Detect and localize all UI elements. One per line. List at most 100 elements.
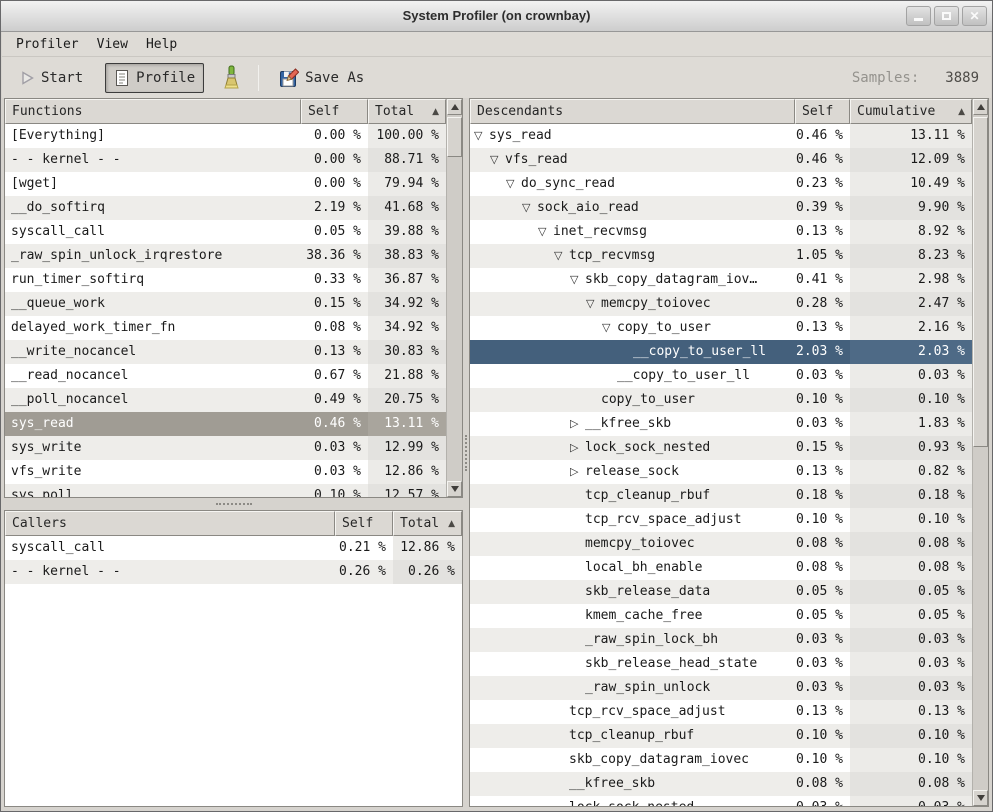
expander-spacer	[570, 532, 585, 556]
tree-row[interactable]: tcp_cleanup_rbuf0.10 %0.10 %	[470, 724, 972, 748]
scrollbar-thumb[interactable]	[447, 117, 462, 157]
table-row[interactable]: sys_poll0.10 %12.57 %	[5, 484, 446, 497]
start-button[interactable]: Start	[12, 65, 91, 91]
table-row[interactable]: __queue_work0.15 %34.92 %	[5, 292, 446, 316]
tree-row[interactable]: ▽copy_to_user0.13 %2.16 %	[470, 316, 972, 340]
save-as-button[interactable]: Save As	[271, 63, 372, 93]
expander-open-icon[interactable]: ▽	[490, 148, 505, 172]
function-name: tcp_rcv_space_adjust	[585, 508, 742, 532]
expander-open-icon[interactable]: ▽	[474, 124, 489, 148]
tree-row[interactable]: tcp_cleanup_rbuf0.18 %0.18 %	[470, 484, 972, 508]
tree-row[interactable]: ▷__kfree_skb0.03 %1.83 %	[470, 412, 972, 436]
tree-row[interactable]: ▷lock_sock_nested0.15 %0.93 %	[470, 436, 972, 460]
tree-row[interactable]: ▽memcpy_toiovec0.28 %2.47 %	[470, 292, 972, 316]
table-row[interactable]: sys_write0.03 %12.99 %	[5, 436, 446, 460]
table-row[interactable]: sys_read0.46 %13.11 %	[5, 412, 446, 436]
expander-spacer	[602, 364, 617, 388]
table-row[interactable]: vfs_write0.03 %12.86 %	[5, 460, 446, 484]
table-row[interactable]: syscall_call0.21 %12.86 %	[5, 536, 462, 560]
expander-open-icon[interactable]: ▽	[506, 172, 521, 196]
expander-open-icon[interactable]: ▽	[554, 244, 569, 268]
self-value: 0.49 %	[301, 388, 368, 412]
profile-button[interactable]: Profile	[105, 63, 204, 93]
tree-row[interactable]: __copy_to_user_ll2.03 %2.03 %	[470, 340, 972, 364]
tree-row[interactable]: skb_copy_datagram_iovec0.10 %0.10 %	[470, 748, 972, 772]
table-row[interactable]: __write_nocancel0.13 %30.83 %	[5, 340, 446, 364]
table-row[interactable]: [wget]0.00 %79.94 %	[5, 172, 446, 196]
scrollbar-thumb[interactable]	[973, 117, 988, 447]
functions-header[interactable]: Functions	[5, 99, 301, 124]
tree-row[interactable]: ▽tcp_recvmsg1.05 %8.23 %	[470, 244, 972, 268]
cumulative-value: 0.08 %	[850, 772, 972, 796]
tree-row[interactable]: tcp_rcv_space_adjust0.10 %0.10 %	[470, 508, 972, 532]
scroll-down-button[interactable]	[973, 790, 988, 806]
scroll-up-button[interactable]	[973, 99, 988, 115]
expander-open-icon[interactable]: ▽	[570, 268, 585, 292]
expander-spacer	[586, 388, 601, 412]
functions-scrollbar[interactable]	[446, 99, 462, 497]
horizontal-splitter[interactable]	[4, 498, 463, 510]
tree-row[interactable]: ▽skb_copy_datagram_iov…0.41 %2.98 %	[470, 268, 972, 292]
tree-row[interactable]: memcpy_toiovec0.08 %0.08 %	[470, 532, 972, 556]
callers-self-header[interactable]: Self	[335, 511, 393, 536]
tree-row[interactable]: copy_to_user0.10 %0.10 %	[470, 388, 972, 412]
expander-open-icon[interactable]: ▽	[538, 220, 553, 244]
menu-help[interactable]: Help	[137, 35, 186, 54]
expander-open-icon[interactable]: ▽	[522, 196, 537, 220]
close-button[interactable]: ✕	[962, 6, 987, 26]
self-value: 0.05 %	[795, 580, 850, 604]
tree-row[interactable]: __kfree_skb0.08 %0.08 %	[470, 772, 972, 796]
tree-row[interactable]: ▽inet_recvmsg0.13 %8.92 %	[470, 220, 972, 244]
minimize-button[interactable]	[906, 6, 931, 26]
callers-header[interactable]: Callers	[5, 511, 335, 536]
descendants-cumulative-header[interactable]: Cumulative▲	[850, 99, 972, 124]
tree-row[interactable]: ▽do_sync_read0.23 %10.49 %	[470, 172, 972, 196]
tree-row[interactable]: _raw_spin_unlock0.03 %0.03 %	[470, 676, 972, 700]
tree-row[interactable]: tcp_rcv_space_adjust0.13 %0.13 %	[470, 700, 972, 724]
tree-row[interactable]: kmem_cache_free0.05 %0.05 %	[470, 604, 972, 628]
tree-row[interactable]: ▽sock_aio_read0.39 %9.90 %	[470, 196, 972, 220]
descendants-scrollbar[interactable]	[972, 99, 988, 806]
scroll-up-button[interactable]	[447, 99, 462, 115]
tree-row[interactable]: ▽sys_read0.46 %13.11 %	[470, 124, 972, 148]
functions-self-header[interactable]: Self	[301, 99, 368, 124]
tree-row[interactable]: _raw_spin_lock_bh0.03 %0.03 %	[470, 628, 972, 652]
menubar: Profiler View Help	[2, 32, 991, 56]
tree-row[interactable]: lock_sock_nested0.03 %0.03 %	[470, 796, 972, 806]
descendants-self-header[interactable]: Self	[795, 99, 850, 124]
table-row[interactable]: delayed_work_timer_fn0.08 %34.92 %	[5, 316, 446, 340]
tree-row[interactable]: local_bh_enable0.08 %0.08 %	[470, 556, 972, 580]
scroll-down-button[interactable]	[447, 481, 462, 497]
expander-closed-icon[interactable]: ▷	[570, 460, 585, 484]
titlebar[interactable]: System Profiler (on crownbay) ✕	[1, 1, 992, 32]
tree-row[interactable]: skb_release_data0.05 %0.05 %	[470, 580, 972, 604]
table-row[interactable]: - - kernel - -0.26 %0.26 %	[5, 560, 462, 584]
expander-closed-icon[interactable]: ▷	[570, 412, 585, 436]
expander-closed-icon[interactable]: ▷	[570, 436, 585, 460]
tree-row[interactable]: ▷release_sock0.13 %0.82 %	[470, 460, 972, 484]
table-row[interactable]: - - kernel - -0.00 %88.71 %	[5, 148, 446, 172]
table-row[interactable]: run_timer_softirq0.33 %36.87 %	[5, 268, 446, 292]
table-row[interactable]: __read_nocancel0.67 %21.88 %	[5, 364, 446, 388]
menu-view[interactable]: View	[88, 35, 137, 54]
reset-button[interactable]	[212, 60, 250, 96]
tree-row[interactable]: ▽vfs_read0.46 %12.09 %	[470, 148, 972, 172]
function-name-cell: vfs_write	[5, 460, 301, 484]
tree-row[interactable]: skb_release_head_state0.03 %0.03 %	[470, 652, 972, 676]
table-row[interactable]: [Everything]0.00 %100.00 %	[5, 124, 446, 148]
samples-value: 3889	[945, 70, 979, 86]
tree-row[interactable]: __copy_to_user_ll0.03 %0.03 %	[470, 364, 972, 388]
expander-open-icon[interactable]: ▽	[586, 292, 601, 316]
maximize-button[interactable]	[934, 6, 959, 26]
callers-total-header[interactable]: Total▲	[393, 511, 462, 536]
function-name: lock_sock_nested	[585, 436, 710, 460]
expander-open-icon[interactable]: ▽	[602, 316, 617, 340]
function-name-cell: __queue_work	[5, 292, 301, 316]
functions-total-header[interactable]: Total▲	[368, 99, 446, 124]
table-row[interactable]: __poll_nocancel0.49 %20.75 %	[5, 388, 446, 412]
table-row[interactable]: syscall_call0.05 %39.88 %	[5, 220, 446, 244]
descendants-header[interactable]: Descendants	[470, 99, 795, 124]
table-row[interactable]: __do_softirq2.19 %41.68 %	[5, 196, 446, 220]
table-row[interactable]: _raw_spin_unlock_irqrestore38.36 %38.83 …	[5, 244, 446, 268]
menu-profiler[interactable]: Profiler	[7, 35, 88, 54]
